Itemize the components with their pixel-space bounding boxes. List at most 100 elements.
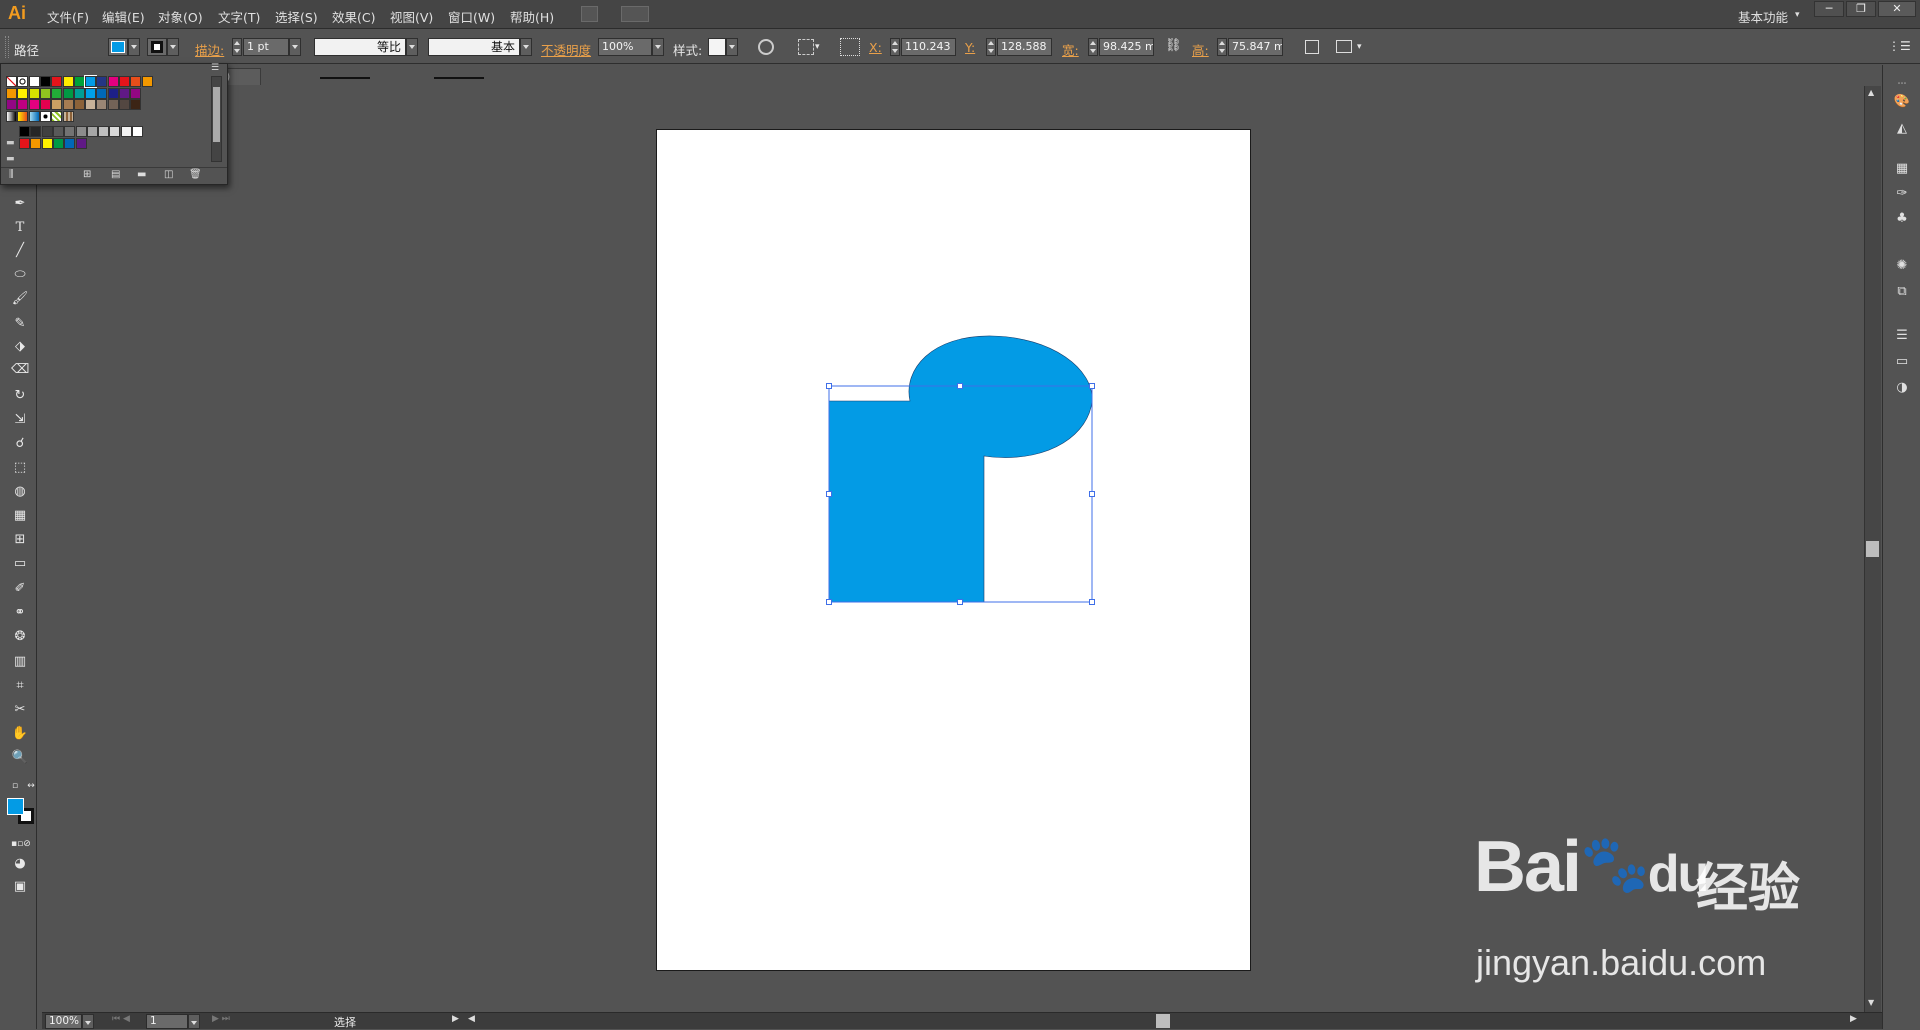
- hand-tool-icon[interactable]: ✋: [11, 725, 29, 743]
- selection-handle[interactable]: [1089, 383, 1095, 389]
- workspace-switcher[interactable]: 基本功能: [1738, 7, 1788, 26]
- color-swatch[interactable]: [52, 137, 64, 149]
- graphic-style-swatch[interactable]: [708, 38, 726, 56]
- y-input[interactable]: 128.588 r: [997, 38, 1052, 56]
- color-swatch[interactable]: [119, 99, 130, 110]
- scroll-right-icon[interactable]: ▶: [1850, 1014, 1857, 1024]
- color-swatch[interactable]: [28, 99, 40, 110]
- menu-window[interactable]: 窗口(W): [448, 7, 495, 26]
- brush-dropdown[interactable]: [520, 38, 532, 56]
- selection-handle[interactable]: [957, 383, 963, 389]
- swatch-options-icon[interactable]: ▤: [111, 169, 120, 180]
- color-swatch[interactable]: [51, 87, 63, 99]
- vertical-scroll-thumb[interactable]: [1866, 541, 1879, 557]
- color-swatch[interactable]: [75, 137, 87, 149]
- recolor-artwork-icon[interactable]: [758, 39, 774, 55]
- color-swatch[interactable]: [6, 110, 17, 122]
- y-label[interactable]: Y:: [965, 40, 975, 55]
- close-button[interactable]: ✕: [1878, 1, 1916, 17]
- selection-handle[interactable]: [1089, 491, 1095, 497]
- color-swatch[interactable]: [73, 99, 85, 110]
- fill-dropdown[interactable]: [128, 38, 140, 56]
- reference-point-icon[interactable]: [840, 38, 860, 56]
- color-swatch[interactable]: [6, 76, 17, 87]
- artboard-tool-icon[interactable]: ⌗: [11, 677, 29, 695]
- color-swatch[interactable]: [107, 87, 119, 99]
- scroll-left-icon[interactable]: ◀: [468, 1014, 475, 1024]
- type-tool-icon[interactable]: T: [11, 219, 29, 237]
- eraser-tool-icon[interactable]: ⌫: [11, 361, 29, 379]
- screen-mode-icon[interactable]: ▣: [11, 878, 29, 896]
- selection-handle[interactable]: [1089, 599, 1095, 605]
- brush-definition[interactable]: 基本: [428, 38, 520, 56]
- color-swatch[interactable]: [86, 126, 98, 137]
- gradient-panel-icon[interactable]: ▭: [1893, 353, 1911, 371]
- color-swatch[interactable]: [96, 87, 108, 99]
- color-swatch[interactable]: [62, 87, 74, 99]
- stroke-dropdown[interactable]: [167, 38, 179, 56]
- menu-edit[interactable]: 编辑(E): [102, 7, 145, 26]
- fill-indicator[interactable]: [7, 798, 24, 815]
- swatches-panel-icon[interactable]: ▦: [1893, 160, 1911, 178]
- x-stepper[interactable]: [890, 38, 900, 56]
- color-panel-icon[interactable]: 🎨: [1893, 93, 1911, 111]
- color-swatch[interactable]: [17, 87, 29, 99]
- color-swatch[interactable]: [6, 99, 17, 110]
- height-stepper[interactable]: [1217, 38, 1227, 56]
- new-swatch-icon[interactable]: ◫: [164, 169, 173, 180]
- height-label[interactable]: 高:: [1192, 40, 1209, 59]
- bridge-icon[interactable]: [581, 6, 598, 22]
- shape-builder-tool-icon[interactable]: ◍: [11, 483, 29, 501]
- color-swatch[interactable]: [39, 76, 51, 87]
- first-artboard-icon[interactable]: ⏮ ◀: [112, 1014, 130, 1024]
- color-swatch[interactable]: [39, 99, 51, 110]
- zoom-tool-icon[interactable]: 🔍: [11, 749, 29, 767]
- scale-tool-icon[interactable]: ⇲: [11, 411, 29, 429]
- fill-color-swatch[interactable]: [108, 38, 128, 56]
- stroke-color-swatch[interactable]: [147, 38, 167, 56]
- color-swatch[interactable]: [17, 99, 29, 110]
- ellipse-tool-icon[interactable]: ⬭: [11, 266, 29, 284]
- color-swatch[interactable]: [28, 87, 40, 99]
- stroke-weight-input[interactable]: 1 pt: [243, 38, 289, 56]
- menu-file[interactable]: 文件(F): [47, 7, 89, 26]
- menu-effect[interactable]: 效果(C): [332, 7, 375, 26]
- color-swatch[interactable]: [51, 76, 63, 87]
- swatches-menu-icon[interactable]: ☰: [211, 63, 219, 73]
- color-swatch[interactable]: [19, 126, 30, 137]
- menu-type[interactable]: 文字(T): [218, 7, 260, 26]
- artboard[interactable]: [656, 129, 1251, 971]
- symbols-panel-icon[interactable]: ♣: [1893, 210, 1911, 228]
- color-swatch[interactable]: [73, 87, 85, 99]
- style-dropdown[interactable]: [726, 38, 738, 56]
- color-swatch[interactable]: [28, 110, 40, 122]
- color-swatch[interactable]: [30, 126, 42, 137]
- new-color-group-icon[interactable]: ▬: [137, 169, 146, 180]
- rotate-tool-icon[interactable]: ↻: [11, 387, 29, 405]
- color-swatch[interactable]: [6, 87, 17, 99]
- symbol-sprayer-tool-icon[interactable]: ❂: [11, 628, 29, 646]
- zoom-input[interactable]: 100%: [45, 1014, 82, 1029]
- color-swatch[interactable]: [62, 76, 74, 87]
- artboard-dropdown[interactable]: [188, 1014, 200, 1029]
- menu-help[interactable]: 帮助(H): [510, 7, 554, 26]
- color-swatch[interactable]: [119, 76, 130, 87]
- color-swatch[interactable]: [85, 87, 97, 99]
- swap-fill-stroke-icon[interactable]: ↔: [22, 777, 40, 795]
- eyedropper-tool-icon[interactable]: ✐: [11, 580, 29, 598]
- opacity-dropdown[interactable]: [652, 38, 664, 56]
- line-tool-icon[interactable]: ╱: [11, 242, 29, 260]
- color-guide-icon[interactable]: ◭: [1893, 120, 1911, 138]
- color-swatch[interactable]: [52, 126, 64, 137]
- status-menu-icon[interactable]: ▶: [452, 1014, 459, 1024]
- color-swatch[interactable]: [62, 99, 74, 110]
- color-swatch[interactable]: [19, 137, 30, 149]
- selection-handle[interactable]: [826, 599, 832, 605]
- last-artboard-icon[interactable]: ▶ ⏭: [212, 1014, 230, 1024]
- width-stepper[interactable]: [1088, 38, 1098, 56]
- color-swatch[interactable]: [107, 76, 119, 87]
- merged-shape[interactable]: [828, 335, 1093, 603]
- warp-tool-icon[interactable]: ☌: [11, 435, 29, 453]
- height-input[interactable]: 75.847 m: [1228, 38, 1283, 56]
- scroll-down-icon[interactable]: ▼: [1868, 998, 1874, 1007]
